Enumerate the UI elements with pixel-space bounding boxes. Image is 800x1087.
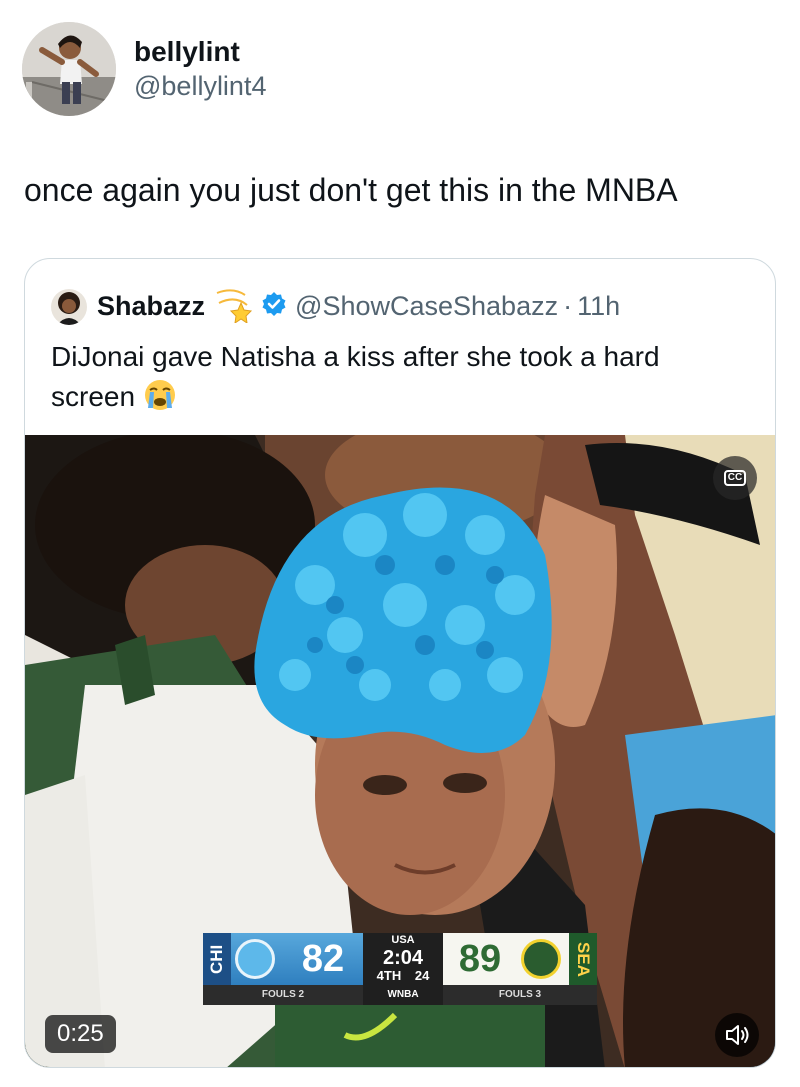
cc-icon: CC <box>724 470 746 486</box>
home-team-panel: CHI 82 <box>203 933 363 985</box>
dizzy-star-emoji-icon <box>213 285 253 328</box>
seattle-storm-logo-icon <box>521 939 561 979</box>
quoted-tweet-timestamp[interactable]: 11h <box>577 291 620 322</box>
away-team-panel: 89 SEA <box>443 933 597 985</box>
away-team-score: 89 <box>458 938 502 980</box>
author-name[interactable]: bellylint <box>134 35 266 69</box>
game-period: 4TH <box>376 968 402 983</box>
home-team-score: 82 <box>301 938 345 980</box>
quoted-author-name[interactable]: Shabazz <box>97 291 205 322</box>
league-logo: WNBA <box>363 985 443 1005</box>
author-avatar[interactable] <box>22 22 116 116</box>
mute-toggle-button[interactable] <box>715 1013 759 1057</box>
chicago-sky-logo-icon <box>235 939 275 979</box>
tweet-text: once again you just don't get this in th… <box>24 172 678 208</box>
speaker-icon <box>726 1025 749 1045</box>
separator-dot: · <box>563 291 573 321</box>
verified-badge-icon <box>261 291 287 322</box>
game-scoreboard: CHI 82 USA 2:04 4TH 24 89 SEA FOULS 2 WN… <box>203 933 597 1005</box>
quoted-tweet-header: Shabazz @ShowCaseShabazz · 11h <box>51 285 620 328</box>
tweet-author: bellylint @bellylint4 <box>22 22 266 116</box>
author-handle[interactable]: @bellylint4 <box>134 69 266 103</box>
video-player[interactable]: CC CHI 82 USA 2:04 4TH 24 89 SEA FOULS 2… <box>25 435 775 1067</box>
away-team-fouls: FOULS 3 <box>443 985 597 1005</box>
quoted-tweet-text-block: DiJonai gave Natisha a kiss after she to… <box>51 337 751 423</box>
home-team-fouls: FOULS 2 <box>203 985 363 1005</box>
game-clock: 2:04 <box>382 947 424 969</box>
home-team-abbr: CHI <box>203 933 231 985</box>
quoted-tweet-card[interactable]: Shabazz @ShowCaseShabazz · 11h DiJonai g… <box>24 258 776 1068</box>
video-duration: 0:25 <box>45 1015 116 1053</box>
closed-captions-button[interactable]: CC <box>713 456 757 500</box>
shot-clock: 24 <box>414 968 430 983</box>
quoted-author-avatar[interactable] <box>51 288 87 325</box>
away-team-abbr: SEA <box>569 933 597 985</box>
network-logo: USA <box>391 934 415 946</box>
quoted-author-handle[interactable]: @ShowCaseShabazz <box>295 291 558 322</box>
loudly-crying-face-emoji-icon <box>143 378 177 423</box>
game-clock-panel: USA 2:04 4TH 24 <box>363 933 443 985</box>
